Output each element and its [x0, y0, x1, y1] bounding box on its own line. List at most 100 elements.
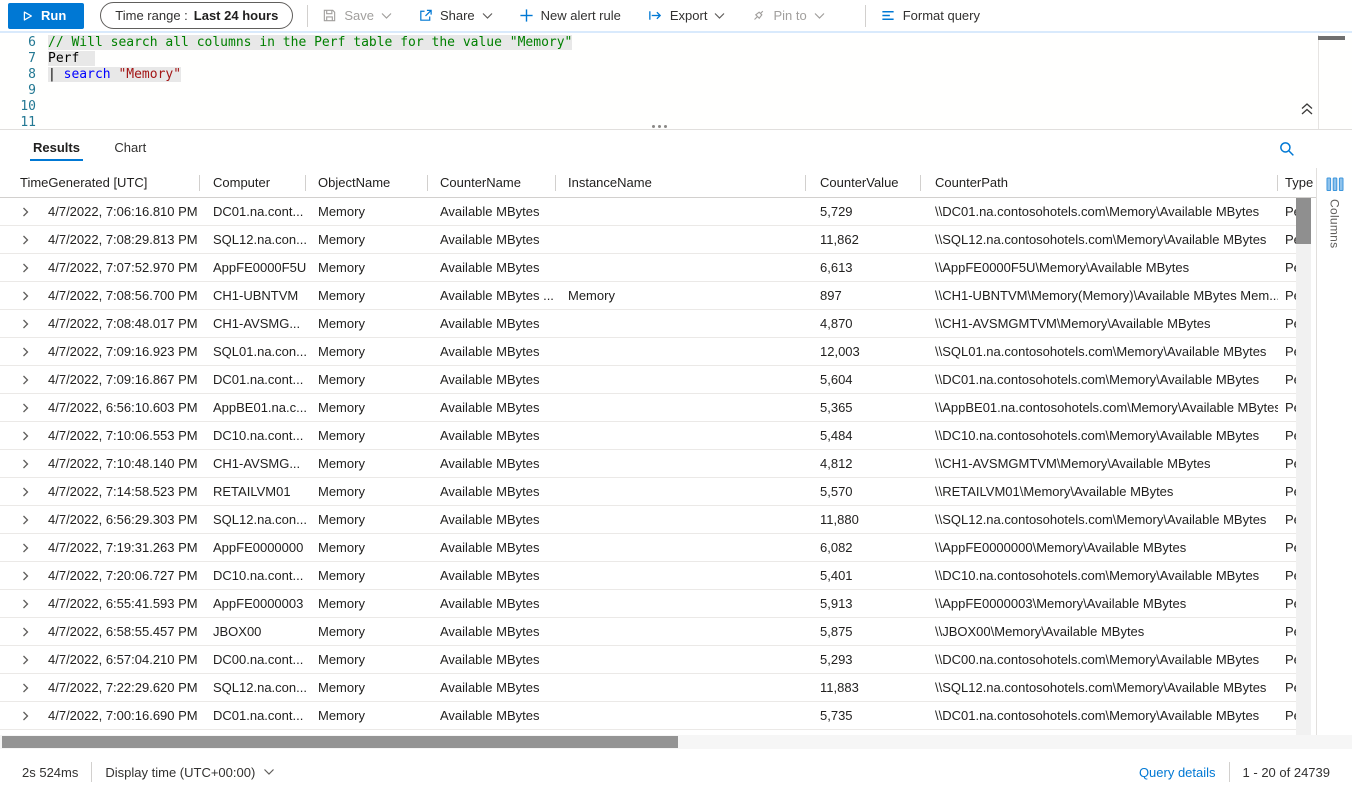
- columns-pane-toggle[interactable]: Columns: [1317, 168, 1352, 735]
- cell-time: 4/7/2022, 7:10:06.553 PM: [46, 428, 200, 443]
- table-row[interactable]: 4/7/2022, 7:00:16.690 PM DC01.na.cont...…: [0, 702, 1296, 730]
- query-details-link[interactable]: Query details: [1139, 765, 1216, 780]
- command-bar: Run Time range : Last 24 hours Save Shar…: [0, 0, 1352, 33]
- share-button[interactable]: Share: [418, 8, 493, 23]
- editor-line[interactable]: 11: [0, 115, 1352, 131]
- collapse-editor-button[interactable]: [1299, 101, 1315, 117]
- table-row[interactable]: 4/7/2022, 7:06:16.810 PM DC01.na.cont...…: [0, 198, 1296, 226]
- code-token: Perf: [48, 51, 79, 66]
- row-expander[interactable]: [0, 347, 46, 357]
- table-row[interactable]: 4/7/2022, 7:19:31.263 PM AppFE0000000 Me…: [0, 534, 1296, 562]
- tab-results[interactable]: Results: [33, 140, 80, 164]
- row-expander[interactable]: [0, 207, 46, 217]
- line-code: Perf: [36, 51, 95, 67]
- row-expander[interactable]: [0, 487, 46, 497]
- cell-counter: Available MBytes: [428, 624, 556, 639]
- row-expander[interactable]: [0, 403, 46, 413]
- table-row[interactable]: 4/7/2022, 6:56:29.303 PM SQL12.na.con...…: [0, 506, 1296, 534]
- columns-pane-label: Columns: [1328, 199, 1342, 248]
- table-row[interactable]: 4/7/2022, 7:09:16.923 PM SQL01.na.con...…: [0, 338, 1296, 366]
- format-query-icon: [880, 8, 896, 23]
- cell-time: 4/7/2022, 6:56:10.603 PM: [46, 400, 200, 415]
- table-row[interactable]: 4/7/2022, 6:57:04.210 PM DC00.na.cont...…: [0, 646, 1296, 674]
- table-row[interactable]: 4/7/2022, 7:14:58.523 PM RETAILVM01 Memo…: [0, 478, 1296, 506]
- cell-object: Memory: [306, 568, 428, 583]
- new-alert-rule-button[interactable]: New alert rule: [519, 8, 621, 23]
- code-token: search: [64, 67, 111, 82]
- column-header-type[interactable]: Type: [1278, 168, 1316, 198]
- horizontal-scrollbar-thumb[interactable]: [2, 736, 678, 748]
- table-row[interactable]: 4/7/2022, 7:20:06.727 PM DC10.na.cont...…: [0, 562, 1296, 590]
- cell-object: Memory: [306, 316, 428, 331]
- column-header-countername[interactable]: CounterName: [428, 168, 556, 198]
- save-button[interactable]: Save: [322, 8, 392, 23]
- table-row[interactable]: 4/7/2022, 7:22:29.620 PM SQL12.na.con...…: [0, 674, 1296, 702]
- row-expander[interactable]: [0, 375, 46, 385]
- editor-line[interactable]: 6 // Will search all columns in the Perf…: [0, 35, 1352, 51]
- table-row[interactable]: 4/7/2022, 7:09:16.867 PM DC01.na.cont...…: [0, 366, 1296, 394]
- row-expander[interactable]: [0, 543, 46, 553]
- table-row[interactable]: 4/7/2022, 6:55:41.593 PM AppFE0000003 Me…: [0, 590, 1296, 618]
- cell-path: \\AppBE01.na.contosohotels.com\Memory\Av…: [921, 400, 1278, 415]
- editor-line[interactable]: 8 | search "Memory": [0, 67, 1352, 83]
- format-query-button[interactable]: Format query: [880, 8, 980, 23]
- table-row[interactable]: 4/7/2022, 7:10:06.553 PM DC10.na.cont...…: [0, 422, 1296, 450]
- code-token: "Memory": [118, 67, 181, 82]
- editor-line[interactable]: 7 Perf: [0, 51, 1352, 67]
- table-row[interactable]: 4/7/2022, 7:08:29.813 PM SQL12.na.con...…: [0, 226, 1296, 254]
- row-expander[interactable]: [0, 655, 46, 665]
- table-row[interactable]: 4/7/2022, 7:10:48.140 PM CH1-AVSMG... Me…: [0, 450, 1296, 478]
- table-row[interactable]: 4/7/2022, 6:56:10.603 PM AppBE01.na.c...…: [0, 394, 1296, 422]
- editor-line[interactable]: 9: [0, 83, 1352, 99]
- export-button[interactable]: Export: [647, 8, 726, 23]
- cell-time: 4/7/2022, 7:09:16.867 PM: [46, 372, 200, 387]
- tab-chart[interactable]: Chart: [114, 140, 146, 164]
- cell-counter: Available MBytes: [428, 540, 556, 555]
- column-header-computer[interactable]: Computer: [200, 168, 306, 198]
- chevron-right-icon: [22, 487, 30, 497]
- row-expander[interactable]: [0, 515, 46, 525]
- vertical-scrollbar-thumb[interactable]: [1296, 198, 1311, 244]
- table-row[interactable]: 4/7/2022, 7:08:48.017 PM CH1-AVSMG... Me…: [0, 310, 1296, 338]
- row-expander[interactable]: [0, 291, 46, 301]
- chevron-down-icon: [482, 12, 493, 20]
- cell-value: 5,604: [806, 372, 921, 387]
- vertical-scrollbar[interactable]: [1296, 198, 1311, 735]
- column-header-countervalue[interactable]: CounterValue: [806, 168, 921, 198]
- code-token: |: [48, 67, 64, 82]
- editor-line[interactable]: 10: [0, 99, 1352, 115]
- row-expander[interactable]: [0, 683, 46, 693]
- row-expander[interactable]: [0, 319, 46, 329]
- column-header-timegenerated[interactable]: TimeGenerated [UTC]: [0, 168, 200, 198]
- row-expander[interactable]: [0, 235, 46, 245]
- row-expander[interactable]: [0, 599, 46, 609]
- editor-resize-handle[interactable]: [652, 125, 667, 128]
- column-header-counterpath[interactable]: CounterPath: [921, 168, 1278, 198]
- cell-path: \\SQL12.na.contosohotels.com\Memory\Avai…: [921, 232, 1278, 247]
- search-results-button[interactable]: [1278, 140, 1296, 158]
- column-header-objectname[interactable]: ObjectName: [306, 168, 428, 198]
- pin-to-button[interactable]: Pin to: [751, 8, 824, 23]
- table-row[interactable]: 4/7/2022, 6:58:55.457 PM JBOX00 Memory A…: [0, 618, 1296, 646]
- editor-scrollbar-thumb[interactable]: [1318, 36, 1345, 40]
- cell-type: Perf: [1278, 372, 1296, 387]
- row-expander[interactable]: [0, 263, 46, 273]
- horizontal-scrollbar[interactable]: [0, 735, 1352, 749]
- column-header-instancename[interactable]: InstanceName: [556, 168, 806, 198]
- row-expander[interactable]: [0, 459, 46, 469]
- cell-counter: Available MBytes: [428, 316, 556, 331]
- cell-counter: Available MBytes: [428, 204, 556, 219]
- results-table-header: TimeGenerated [UTC] Computer ObjectName …: [0, 168, 1316, 198]
- table-row[interactable]: 4/7/2022, 7:07:52.970 PM AppFE0000F5U Me…: [0, 254, 1296, 282]
- run-button[interactable]: Run: [8, 3, 84, 29]
- cell-computer: DC01.na.cont...: [200, 204, 306, 219]
- cell-object: Memory: [306, 484, 428, 499]
- display-time-dropdown[interactable]: Display time (UTC+00:00): [105, 765, 275, 780]
- row-expander[interactable]: [0, 571, 46, 581]
- row-expander[interactable]: [0, 431, 46, 441]
- row-expander[interactable]: [0, 627, 46, 637]
- row-expander[interactable]: [0, 711, 46, 721]
- query-editor[interactable]: 6 // Will search all columns in the Perf…: [0, 35, 1352, 130]
- time-range-picker[interactable]: Time range : Last 24 hours: [100, 2, 293, 29]
- table-row[interactable]: 4/7/2022, 7:08:56.700 PM CH1-UBNTVM Memo…: [0, 282, 1296, 310]
